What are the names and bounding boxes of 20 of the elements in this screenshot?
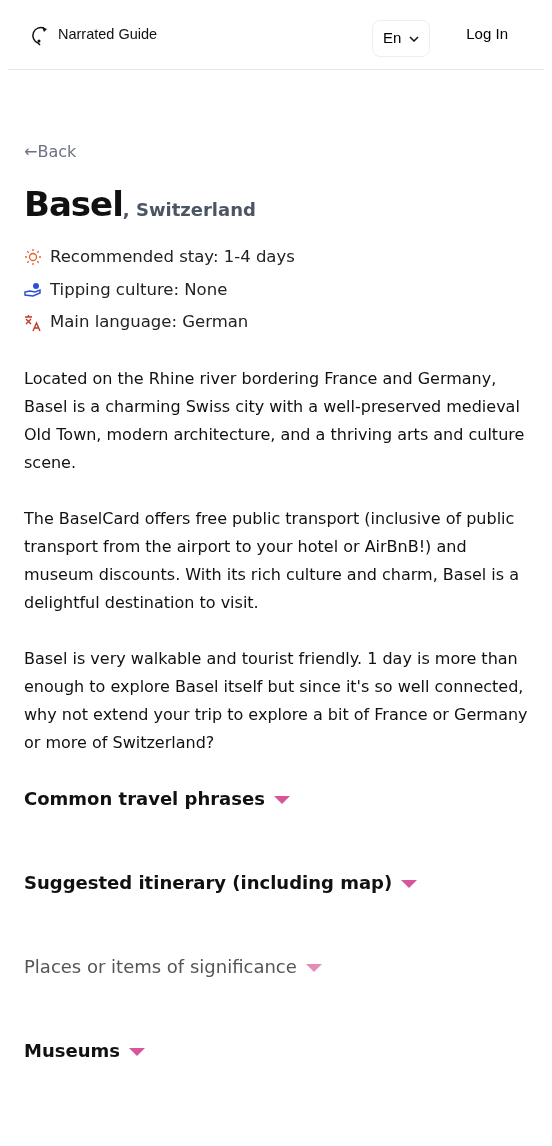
description-paragraph: Basel is very walkable and tourist friendly. 1 day is more than enough to explore Basel itself but since it's so well connected, why not extend your trip to explore a bit of France or Germany or more of Switzerland? (24, 648, 528, 755)
description-paragraph: Located on the Rhine river bordering France and Germany, Basel is a charming Swiss city with a well-preserved medieval Old Town, modern architecture, and a thriving arts and culture scene. (24, 368, 526, 475)
section-toggle[interactable]: Museums (24, 1037, 146, 1065)
brand-name[interactable]: Narrated Guide (58, 23, 158, 46)
fact-text: Recommended stay: 1-4 days (50, 245, 295, 268)
section-toggle[interactable]: Suggested itinerary (including map) (24, 869, 419, 897)
fact-text: Tipping culture: None (50, 278, 228, 301)
chevron-down-icon (409, 35, 420, 42)
translate-icon (24, 313, 42, 332)
language-select[interactable]: En (371, 20, 431, 57)
fact-text: Main language: German (50, 311, 249, 334)
login-button[interactable]: Log In (446, 17, 528, 52)
section-toggle[interactable]: Common travel phrases (24, 785, 291, 813)
hand-coin-icon (24, 281, 42, 298)
sun-icon (24, 248, 42, 267)
section-toggle[interactable]: Places or items of significance (24, 953, 323, 981)
back-link[interactable]: ←Back (24, 140, 77, 164)
description-paragraph: The BaselCard offers free public transport (inclusive of public transport from the airport to your hotel or AirBnB!) and museum discounts. With its rich culture and charm, Basel is a delightful destination to visit. (24, 508, 520, 615)
country-name: , Switzerland (122, 199, 256, 222)
city-title: Basel (24, 184, 123, 225)
